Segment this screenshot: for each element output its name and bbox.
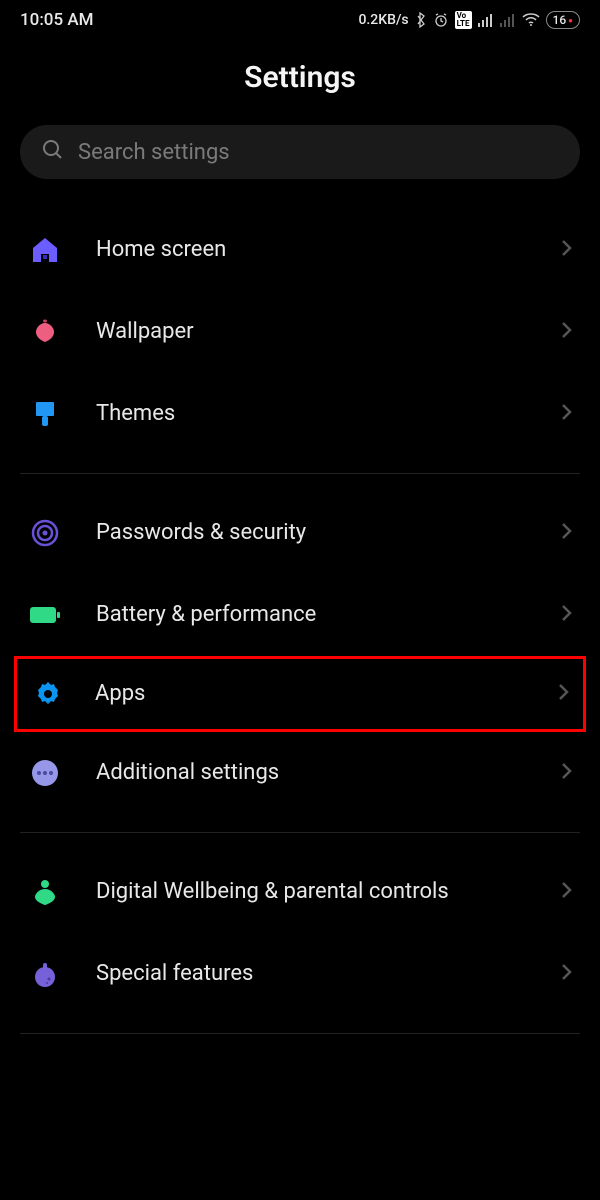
search-icon [42,139,64,165]
wellbeing-icon [28,875,62,909]
battery-icon [28,598,62,632]
chevron-right-icon [560,881,572,903]
settings-item-home-screen[interactable]: Home screen [0,209,600,291]
item-label: Additional settings [96,759,526,788]
divider [20,832,580,833]
status-indicators: 0.2KB/s VoLTE 16 [358,11,580,29]
special-icon [28,957,62,991]
settings-list: Home screen Wallpaper Themes Passwords &… [0,209,600,1034]
item-label: Passwords & security [96,519,526,548]
settings-item-apps[interactable]: Apps [14,656,586,732]
divider [20,473,580,474]
status-time: 10:05 AM [20,10,94,30]
alarm-icon [433,12,449,28]
item-label: Battery & performance [96,601,526,630]
chevron-right-icon [560,604,572,626]
wifi-icon [522,13,540,27]
item-label: Special features [96,960,526,989]
chevron-right-icon [560,403,572,425]
settings-item-wallpaper[interactable]: Wallpaper [0,291,600,373]
settings-item-passwords-security[interactable]: Passwords & security [0,492,600,574]
themes-icon [28,397,62,431]
item-label: Digital Wellbeing & parental controls [96,878,526,907]
fingerprint-icon [28,516,62,550]
item-label: Home screen [96,236,526,265]
settings-item-special-features[interactable]: Special features [0,933,600,1015]
settings-item-battery-performance[interactable]: Battery & performance [0,574,600,656]
data-rate: 0.2KB/s [358,12,408,28]
volte-icon: VoLTE [455,11,472,29]
divider [20,1033,580,1034]
chevron-right-icon [560,522,572,544]
wallpaper-icon [28,315,62,349]
item-label: Apps [95,680,527,709]
item-label: Wallpaper [96,318,526,347]
settings-item-themes[interactable]: Themes [0,373,600,455]
chevron-right-icon [560,239,572,261]
battery-indicator: 16 [546,11,580,29]
settings-item-digital-wellbeing[interactable]: Digital Wellbeing & parental controls [0,851,600,933]
additional-icon [28,756,62,790]
home-icon [28,233,62,267]
page-title: Settings [0,40,600,125]
signal2-icon [500,13,516,27]
status-bar: 10:05 AM 0.2KB/s VoLTE 16 [0,0,600,40]
chevron-right-icon [560,963,572,985]
bluetooth-icon [415,12,427,28]
chevron-right-icon [560,321,572,343]
item-label: Themes [96,400,526,429]
chevron-right-icon [557,683,569,705]
apps-icon [31,677,65,711]
signal-icon [478,13,494,27]
chevron-right-icon [560,762,572,784]
search-input[interactable]: Search settings [20,125,580,179]
search-placeholder: Search settings [78,140,230,165]
settings-item-additional-settings[interactable]: Additional settings [0,732,600,814]
